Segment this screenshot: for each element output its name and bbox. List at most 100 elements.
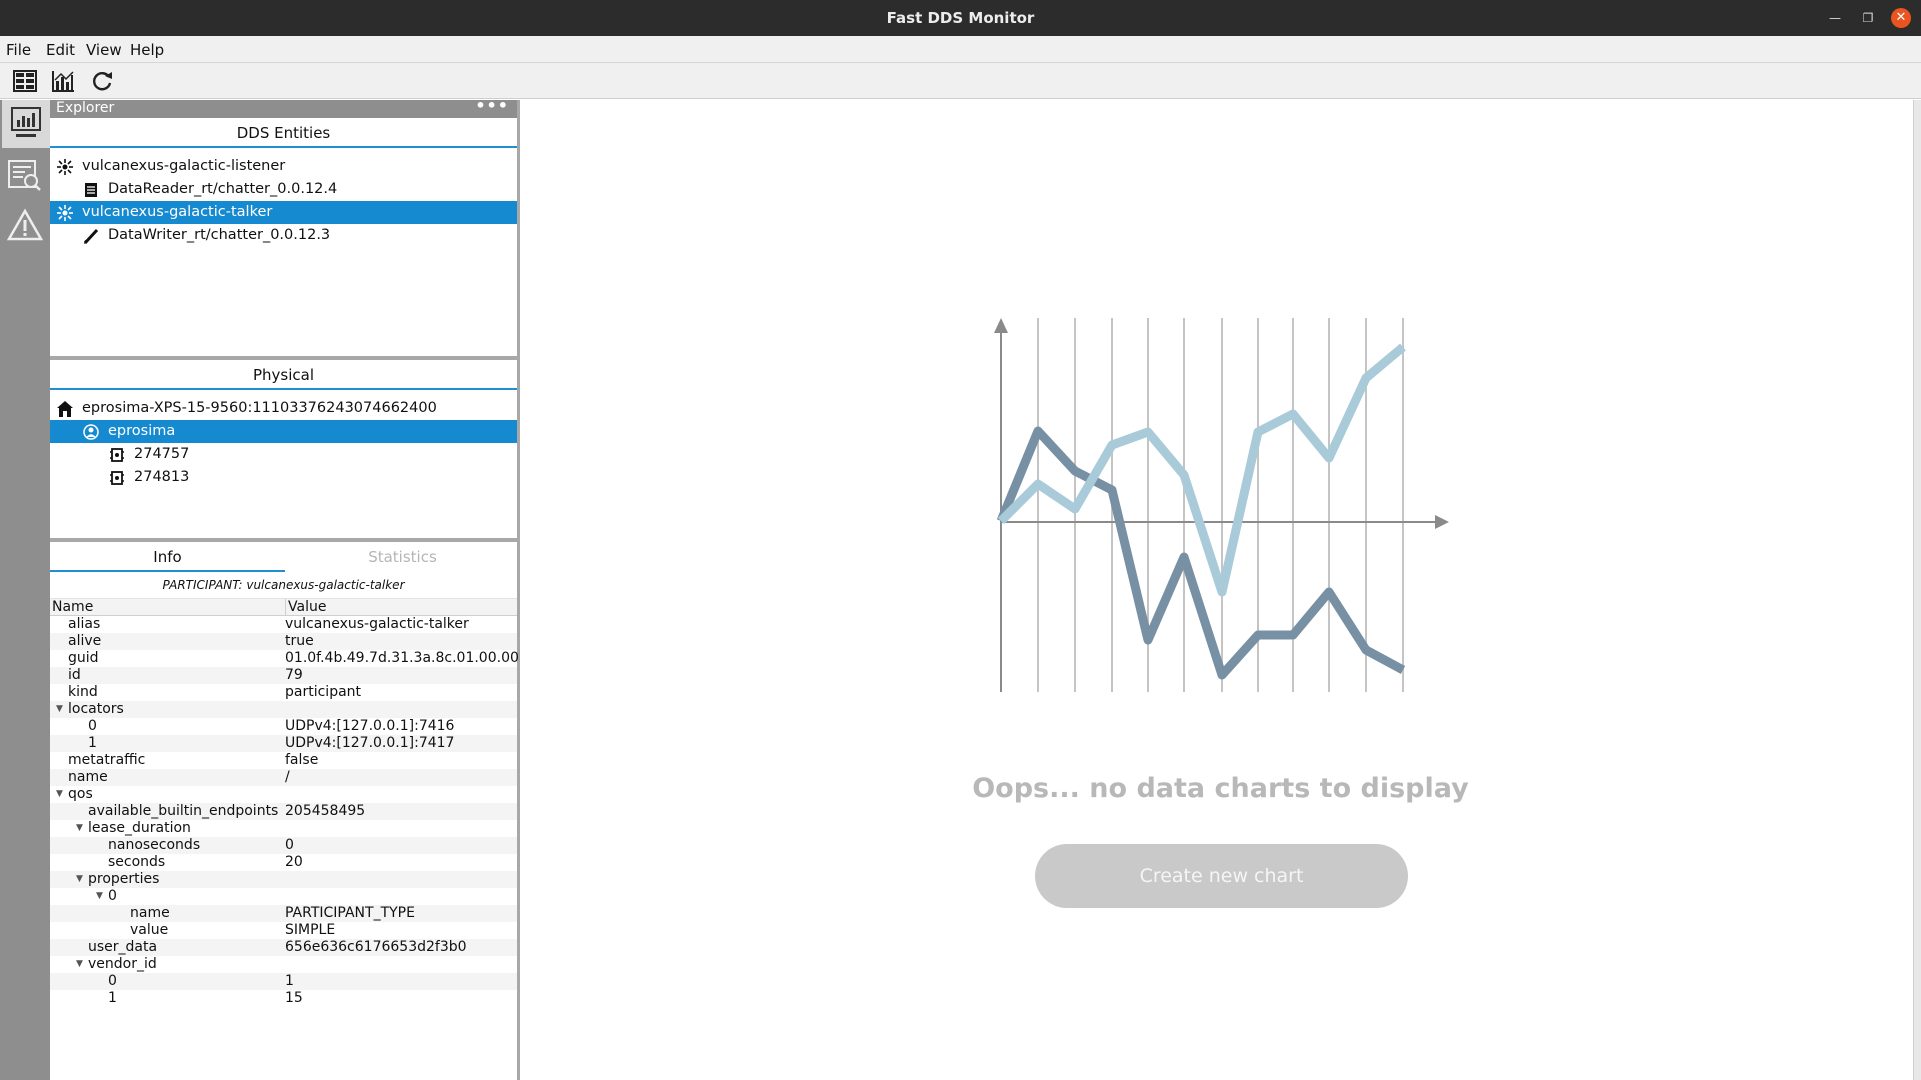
- dds-entities-panel: DDS Entities vulcanexus-galactic-listene…: [50, 118, 517, 356]
- status-panel-icon[interactable]: [5, 156, 45, 196]
- tab-statistics[interactable]: Statistics: [285, 542, 520, 572]
- info-value: 01.0f.4b.49.7d.31.3a.8c.01.00.00.00|0.0.…: [285, 650, 518, 666]
- explorer-panel: Explorer ••• DDS Entities vulcanexus-gal…: [50, 96, 520, 1080]
- info-value: 15: [285, 990, 303, 1006]
- create-chart-icon[interactable]: [49, 68, 77, 94]
- info-key: vendor_id: [88, 956, 157, 972]
- more-options-icon[interactable]: •••: [475, 96, 509, 115]
- physical-panel: Physical eprosima-XPS-15-9560:1110337624…: [50, 360, 517, 538]
- info-row[interactable]: ▼ 0: [50, 888, 517, 905]
- menu-view-label: View: [86, 41, 122, 59]
- info-key: 1: [88, 735, 97, 751]
- info-row[interactable]: ▼ properties: [50, 871, 517, 888]
- info-value: 79: [285, 667, 303, 683]
- minimize-icon[interactable]: —: [1825, 8, 1845, 28]
- window-titlebar: Fast DDS Monitor — ❐ ✕: [0, 0, 1921, 36]
- window-title: Fast DDS Monitor: [886, 9, 1035, 27]
- info-panel: Info Statistics PARTICIPANT: vulcanexus-…: [50, 542, 520, 1007]
- expand-arrow-icon[interactable]: ▼: [76, 871, 83, 888]
- vertical-scrollbar[interactable]: [1913, 100, 1921, 1080]
- info-value: PARTICIPANT_TYPE: [285, 905, 415, 921]
- info-key: user_data: [88, 939, 158, 955]
- tab-info[interactable]: Info: [50, 542, 285, 572]
- refresh-icon[interactable]: [88, 68, 116, 94]
- info-value: 205458495: [285, 803, 366, 819]
- tree-item-participant-talker[interactable]: vulcanexus-galactic-talker: [50, 201, 517, 224]
- tree-item-process[interactable]: 274757: [50, 443, 517, 466]
- x-axis-arrow-icon: [1435, 515, 1449, 529]
- left-sidebar: [0, 100, 50, 1080]
- info-key: nanoseconds: [108, 837, 201, 853]
- maximize-icon[interactable]: ❐: [1858, 8, 1878, 28]
- info-row[interactable]: ▼ qos: [50, 786, 517, 803]
- info-key: 1: [108, 990, 117, 1006]
- explorer-panel-button[interactable]: [2, 100, 50, 148]
- info-value: UDPv4:[127.0.0.1]:7417: [285, 735, 455, 751]
- menu-view[interactable]: View: [86, 41, 122, 59]
- menu-edit-label: Edit: [46, 41, 76, 59]
- tree-item-host[interactable]: eprosima-XPS-15-9560:1110337624307466240…: [50, 397, 517, 420]
- menu-help[interactable]: Help: [130, 41, 164, 59]
- info-row[interactable]: ▼ lease_duration: [50, 820, 517, 837]
- toolbar: [0, 63, 1921, 99]
- process-icon: [109, 470, 125, 486]
- tree-item-participant-listener[interactable]: vulcanexus-galactic-listener: [50, 155, 517, 178]
- tree-item-user[interactable]: eprosima: [50, 420, 517, 443]
- info-row: alive true: [50, 633, 517, 650]
- info-key: value: [130, 922, 169, 938]
- tree-item-datareader[interactable]: DataReader_rt/chatter_0.0.12.4: [50, 178, 517, 201]
- dashboard-layout-icon[interactable]: [11, 68, 39, 94]
- info-row: seconds 20: [50, 854, 517, 871]
- explorer-title: Explorer: [56, 100, 115, 116]
- tree-item-process[interactable]: 274813: [50, 466, 517, 489]
- tree-item-datawriter[interactable]: DataWriter_rt/chatter_0.0.12.3: [50, 224, 517, 247]
- info-key: alive: [68, 633, 102, 649]
- create-new-chart-button[interactable]: Create new chart: [1035, 844, 1408, 908]
- physical-title: Physical: [50, 360, 517, 390]
- expand-arrow-icon[interactable]: ▼: [76, 820, 83, 837]
- expand-arrow-icon[interactable]: ▼: [96, 888, 103, 905]
- menu-file[interactable]: File: [6, 41, 31, 59]
- user-icon: [83, 424, 99, 440]
- warning-icon[interactable]: [5, 206, 45, 246]
- host-icon: [57, 401, 73, 417]
- tree-item-label: vulcanexus-galactic-talker: [82, 204, 273, 220]
- info-value: vulcanexus-galactic-talker: [285, 616, 469, 632]
- column-header-value[interactable]: Value: [285, 599, 326, 615]
- info-row: 0 UDPv4:[127.0.0.1]:7416: [50, 718, 517, 735]
- info-value: false: [285, 752, 319, 768]
- info-key: 0: [88, 718, 97, 734]
- info-value: 656e636c6176653d2f3b0: [285, 939, 467, 955]
- illustration-line-dark: [996, 426, 1406, 680]
- menu-file-label: File: [6, 41, 32, 59]
- info-value: UDPv4:[127.0.0.1]:7416: [285, 718, 455, 734]
- info-value: /: [285, 769, 290, 785]
- chart-area: Oops... no data charts to display Create…: [523, 100, 1913, 1080]
- illustration-line-light: [997, 343, 1406, 597]
- expand-arrow-icon[interactable]: ▼: [76, 956, 83, 973]
- info-value: SIMPLE: [285, 922, 336, 938]
- info-value: 20: [285, 854, 303, 870]
- info-row[interactable]: ▼ locators: [50, 701, 517, 718]
- info-key: kind: [68, 684, 98, 700]
- explorer-header: Explorer •••: [50, 96, 517, 118]
- menu-help-label: Help: [130, 41, 165, 59]
- expand-arrow-icon[interactable]: ▼: [56, 786, 63, 803]
- info-value: 1: [285, 973, 294, 989]
- info-row: available_builtin_endpoints 205458495: [50, 803, 517, 820]
- info-key: 0: [108, 973, 117, 989]
- entity-caption: PARTICIPANT: vulcanexus-galactic-talker: [162, 578, 405, 592]
- info-row[interactable]: ▼ vendor_id: [50, 956, 517, 973]
- column-header-name[interactable]: Name: [52, 599, 93, 615]
- info-key: lease_duration: [88, 820, 191, 836]
- info-key: id: [68, 667, 81, 683]
- empty-state-message: Oops... no data charts to display: [972, 773, 1469, 804]
- info-row: name /: [50, 769, 517, 786]
- tree-item-label: 274813: [134, 469, 190, 485]
- info-row: value SIMPLE: [50, 922, 517, 939]
- close-icon[interactable]: ✕: [1891, 8, 1911, 28]
- tree-item-label: eprosima: [108, 423, 176, 439]
- empty-chart-illustration: [994, 318, 1449, 692]
- expand-arrow-icon[interactable]: ▼: [56, 701, 63, 718]
- menu-edit[interactable]: Edit: [46, 41, 75, 59]
